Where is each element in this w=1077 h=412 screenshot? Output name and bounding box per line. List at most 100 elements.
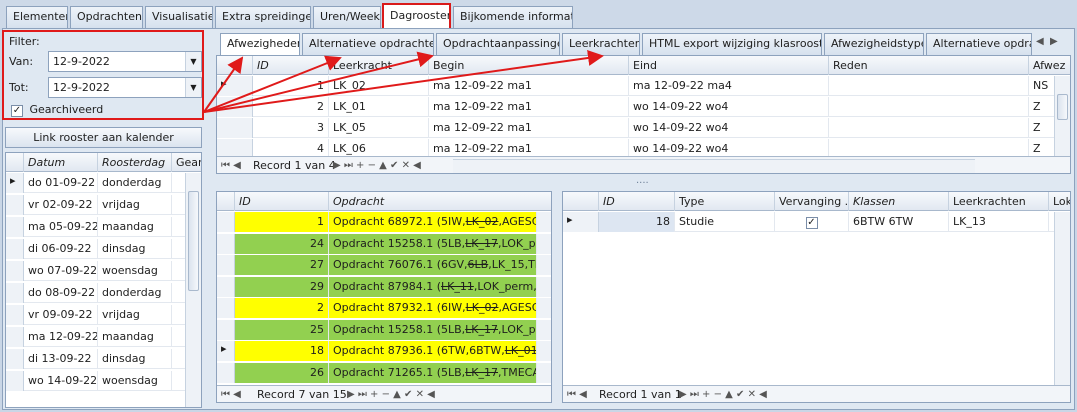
col-leerkrachten[interactable]: Leerkrachten bbox=[949, 192, 1049, 211]
subtab-leerkrachten[interactable]: Leerkrachten bbox=[562, 33, 640, 55]
absence-begin-cell: ma 12-09-22 ma1 bbox=[429, 97, 629, 117]
tab-opdrachten[interactable]: Opdrachten bbox=[70, 6, 143, 28]
assign-nav-first-icon[interactable]: ⏮ ◀ bbox=[221, 386, 241, 402]
assignment-opdracht-cell: Opdracht 87936.1 (6TW,6BTW,LK_01,OL bbox=[329, 341, 537, 361]
subtab-alternatieve-opdrac[interactable]: Alternatieve opdrac bbox=[926, 33, 1032, 55]
date-cell: di 13-09-22 bbox=[24, 349, 98, 369]
main-tab-bar: Elementen Opdrachten Visualisatie Extra … bbox=[0, 0, 1077, 29]
rep-lk-cell: LK_13 bbox=[949, 212, 1049, 232]
assignment-row[interactable]: 25Opdracht 15258.1 (5LB,LK_17,LOK_pv02, bbox=[217, 319, 551, 340]
col-begin[interactable]: Begin bbox=[429, 56, 629, 75]
tab-uren-week[interactable]: Uren/Week bbox=[313, 6, 381, 28]
absence-reden-cell bbox=[829, 118, 1029, 138]
absence-lk-cell: LK_05 bbox=[329, 118, 429, 138]
assignment-row[interactable]: 26Opdracht 71265.1 (5LB,LK_17,TMECAX,LC bbox=[217, 362, 551, 383]
assignment-row[interactable]: 29Opdracht 87984.1 (LK_11,LOK_perm,Perr bbox=[217, 276, 551, 297]
absence-eind-cell: wo 14-09-22 wo4 bbox=[629, 97, 829, 117]
absence-type-cell: Z bbox=[1029, 118, 1056, 138]
roosterdag-cell: maandag bbox=[98, 217, 172, 237]
assignment-id-cell: 18 bbox=[235, 341, 329, 361]
col-leerkracht[interactable]: Leerkracht bbox=[329, 56, 429, 75]
date-cell: vr 09-09-22 bbox=[24, 305, 98, 325]
replacements-vscroll[interactable] bbox=[1054, 212, 1070, 385]
replacements-grid: ID Type Vervanging ... Klassen Leerkrach… bbox=[562, 191, 1071, 403]
assignment-id-cell: 1 bbox=[235, 212, 329, 232]
col-gear[interactable]: Gear bbox=[172, 153, 201, 172]
roosterdag-cell: donderdag bbox=[98, 173, 172, 193]
assignment-row[interactable]: 1Opdracht 68972.1 (5IW,LK_02,AGESCX,L bbox=[217, 212, 551, 232]
absence-row[interactable]: 1LK_02ma 12-09-22 ma1ma 12-09-22 ma4 NS bbox=[217, 76, 1070, 96]
absence-begin-cell: ma 12-09-22 ma1 bbox=[429, 118, 629, 138]
date-row[interactable]: wo 14-09-22 woensdag bbox=[6, 371, 201, 391]
date-row[interactable]: vr 09-09-22 vrijdag bbox=[6, 305, 201, 325]
replacements-navbar: ⏮ ◀ Record 1 van 1 ▶ ⏭ + − ▲ ✔ ✕ ◀ bbox=[563, 385, 1070, 402]
col-id[interactable]: ID bbox=[253, 56, 329, 75]
absence-type-cell: Z bbox=[1029, 97, 1056, 117]
subtab-afwezigheidstypes[interactable]: Afwezigheidstypes bbox=[824, 33, 924, 55]
nav-first-icon[interactable]: ⏮ ◀ bbox=[221, 157, 241, 173]
tab-dagrooster[interactable]: Dagrooster bbox=[382, 3, 451, 29]
date-cell: di 06-09-22 bbox=[24, 239, 98, 259]
col-rep-id[interactable]: ID bbox=[599, 192, 675, 211]
roosterdag-cell: dinsdag bbox=[98, 349, 172, 369]
col-lok[interactable]: Lok bbox=[1049, 192, 1070, 211]
col-opdracht[interactable]: Opdracht bbox=[329, 192, 551, 211]
subtab-html-export[interactable]: HTML export wijziging klasroosters bbox=[642, 33, 822, 55]
col-klassen[interactable]: Klassen bbox=[849, 192, 949, 211]
link-calendar-button[interactable]: Link rooster aan kalender bbox=[5, 127, 202, 148]
date-row[interactable]: di 06-09-22 dinsdag bbox=[6, 239, 201, 259]
vervanging-checkbox[interactable]: ✓ bbox=[805, 217, 818, 229]
date-cell: wo 07-09-22 bbox=[24, 261, 98, 281]
assignment-row[interactable]: 27Opdracht 76076.1 (6GV,6LB,LK_15,TECO bbox=[217, 255, 551, 275]
date-row[interactable]: wo 07-09-22 woensdag bbox=[6, 261, 201, 281]
col-assign-id[interactable]: ID bbox=[235, 192, 329, 211]
nav-controls-icon[interactable]: ▶ ⏭ + − ▲ ✔ ✕ ◀ bbox=[333, 157, 421, 173]
absence-row[interactable]: 2 LK_01 ma 12-09-22 ma1 wo 14-09-22 wo4 Z bbox=[217, 97, 1070, 117]
date-row[interactable]: di 13-09-22 dinsdag bbox=[6, 349, 201, 369]
dates-vscroll[interactable] bbox=[185, 173, 201, 407]
tab-elementen[interactable]: Elementen bbox=[6, 6, 68, 28]
date-cell: ma 05-09-22 bbox=[24, 217, 98, 237]
assignment-row[interactable]: 2Opdracht 87932.1 (6IW,LK_02,AGESCX,L bbox=[217, 298, 551, 318]
splitter-grip[interactable]: ···· bbox=[636, 178, 649, 189]
assignment-row[interactable]: 24Opdracht 15258.1 (5LB,LK_17,LOK_pv02, bbox=[217, 233, 551, 254]
roosterdag-cell: vrijdag bbox=[98, 305, 172, 325]
tab-extra-spreidingen[interactable]: Extra spreidingen bbox=[215, 6, 311, 28]
date-cell: ma 12-09-22 bbox=[24, 327, 98, 347]
col-eind[interactable]: Eind bbox=[629, 56, 829, 75]
tab-scroll-right-icon[interactable]: ▶ bbox=[1050, 36, 1058, 47]
date-row[interactable]: ma 05-09-22 maandag bbox=[6, 217, 201, 237]
subtab-alternatieve-opdrachten[interactable]: Alternatieve opdrachten bbox=[302, 33, 434, 55]
col-type[interactable]: Type bbox=[675, 192, 775, 211]
absences-hscroll[interactable] bbox=[453, 159, 975, 173]
date-row[interactable]: do 08-09-22 donderdag bbox=[6, 283, 201, 303]
rep-vervanging-cell[interactable]: ✓ bbox=[775, 212, 849, 232]
date-row[interactable]: do 01-09-22donderdag bbox=[6, 173, 201, 193]
assignment-id-cell: 29 bbox=[235, 276, 329, 297]
roosterdag-cell: dinsdag bbox=[98, 239, 172, 259]
absences-record-label: Record 1 van 4 bbox=[253, 159, 336, 172]
subtab-afwezigheden[interactable]: Afwezigheden bbox=[220, 33, 300, 55]
tab-bijkomende-informatie[interactable]: Bijkomende informatie bbox=[453, 6, 573, 28]
subtab-opdrachtaanpassingen[interactable]: Opdrachtaanpassingen bbox=[436, 33, 560, 55]
rep-nav-controls-icon[interactable]: ▶ ⏭ + − ▲ ✔ ✕ ◀ bbox=[679, 386, 767, 402]
absence-row[interactable]: 3 LK_05 ma 12-09-22 ma1 wo 14-09-22 wo4 Z bbox=[217, 118, 1070, 138]
col-datum[interactable]: Datum bbox=[24, 153, 98, 172]
absence-reden-cell bbox=[829, 97, 1029, 117]
roosterdag-cell: donderdag bbox=[98, 283, 172, 303]
assign-nav-controls-icon[interactable]: ▶ ⏭ + − ▲ ✔ ✕ ◀ bbox=[347, 386, 435, 402]
assignment-row[interactable]: 18Opdracht 87936.1 (6TW,6BTW,LK_01,OL bbox=[217, 341, 551, 361]
absences-vscroll[interactable] bbox=[1054, 76, 1070, 156]
col-afwez[interactable]: Afwez bbox=[1029, 56, 1070, 75]
tab-visualisatie[interactable]: Visualisatie bbox=[145, 6, 213, 28]
col-vervanging[interactable]: Vervanging ... bbox=[775, 192, 849, 211]
absence-reden-cell bbox=[829, 76, 1029, 96]
col-roosterdag[interactable]: Roosterdag bbox=[98, 153, 172, 172]
tab-scroll-left-icon[interactable]: ◀ bbox=[1036, 36, 1044, 47]
rep-nav-first-icon[interactable]: ⏮ ◀ bbox=[567, 386, 587, 402]
replacement-row[interactable]: 18Studie ✓ 6BTW 6TWLK_13 bbox=[563, 212, 1070, 232]
date-row[interactable]: ma 12-09-22 maandag bbox=[6, 327, 201, 347]
date-row[interactable]: vr 02-09-22 vrijdag bbox=[6, 195, 201, 215]
assignment-opdracht-cell: Opdracht 71265.1 (5LB,LK_17,TMECAX,LC bbox=[329, 362, 537, 383]
col-reden[interactable]: Reden bbox=[829, 56, 1029, 75]
